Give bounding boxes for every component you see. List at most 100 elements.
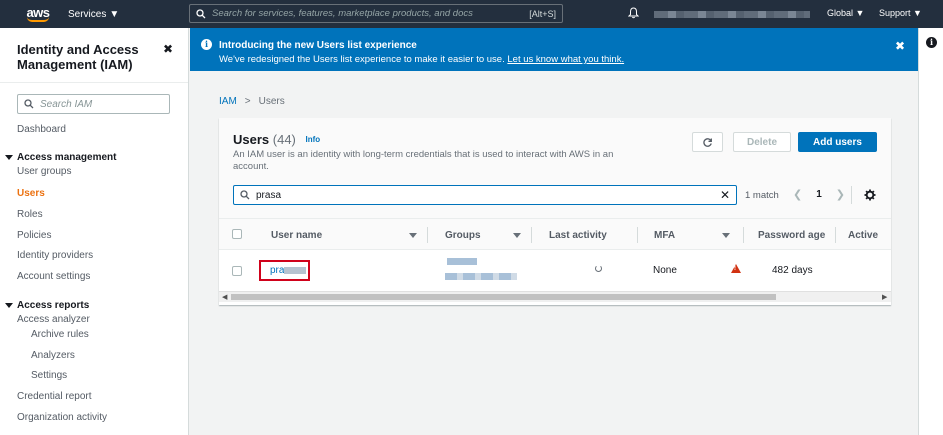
table-header: User name Groups Last activity MFA Passw…	[219, 218, 891, 250]
info-banner: i Introducing the new Users list experie…	[190, 28, 918, 71]
search-icon	[240, 190, 250, 200]
sidebar-item-credential-report[interactable]: Credential report	[17, 391, 91, 402]
mfa-cell: None	[653, 265, 677, 276]
sidebar-search-input[interactable]	[40, 98, 150, 110]
region-selector[interactable]: Global ▼	[827, 8, 864, 18]
info-icon[interactable]: i	[926, 37, 937, 48]
services-menu-button[interactable]: Services ▼	[68, 9, 119, 20]
sidebar-item-organization-activity[interactable]: Organization activity	[17, 412, 107, 423]
info-link[interactable]: Info	[306, 135, 321, 144]
aws-smile-icon	[27, 17, 49, 22]
global-search-input[interactable]	[212, 8, 530, 19]
next-page-icon[interactable]: ❯	[836, 188, 845, 201]
column-divider	[743, 227, 744, 243]
add-users-button[interactable]: Add users	[798, 132, 877, 152]
top-navigation-bar: aws Services ▼ [Alt+S] Global ▼ Support …	[0, 0, 943, 28]
caret-down-icon	[5, 303, 13, 308]
password-age-cell: 482 days	[772, 265, 813, 276]
services-label: Services	[68, 8, 107, 20]
clear-filter-icon[interactable]: ✕	[720, 188, 730, 202]
close-banner-icon[interactable]: ✖	[895, 39, 905, 53]
bell-icon[interactable]	[628, 7, 639, 19]
sidebar-item-dashboard[interactable]: Dashboard	[17, 124, 66, 135]
aws-logo[interactable]: aws	[18, 6, 58, 22]
redacted-group-link[interactable]	[447, 258, 477, 265]
column-last-activity[interactable]: Last activity	[549, 230, 607, 241]
select-all-checkbox[interactable]	[232, 229, 242, 239]
column-mfa[interactable]: MFA	[654, 230, 675, 241]
match-count: 1 match	[745, 190, 779, 201]
scroll-right-icon[interactable]: ▶	[882, 293, 887, 301]
section-label: Access management	[17, 152, 117, 163]
sidebar-title: Identity and Access Management (IAM)	[17, 42, 139, 72]
breadcrumb-separator: >	[244, 96, 251, 107]
column-divider	[427, 227, 428, 243]
sidebar-item-access-analyzer[interactable]: Access analyzer	[17, 314, 90, 325]
refresh-icon	[703, 137, 712, 147]
sort-caret-icon[interactable]	[722, 233, 730, 238]
sidebar-item-settings[interactable]: Settings	[31, 370, 67, 381]
previous-page-icon[interactable]: ❮	[793, 188, 802, 201]
sidebar-item-user-groups[interactable]: User groups	[17, 166, 71, 177]
region-label: Global	[827, 8, 854, 18]
scrollbar-thumb[interactable]	[231, 294, 776, 300]
sort-caret-icon[interactable]	[409, 233, 417, 238]
breadcrumb-users: Users	[258, 96, 285, 107]
users-description: An IAM user is an identity with long-ter…	[233, 149, 614, 172]
table-row: pra None ! 482 days	[219, 251, 891, 291]
sidebar-item-policies[interactable]: Policies	[17, 230, 51, 241]
sidebar-section-access-management[interactable]: Access management	[5, 152, 117, 163]
warning-exclamation: !	[734, 266, 736, 272]
users-panel-header: Users (44) Info An IAM user is an identi…	[219, 118, 891, 218]
close-sidebar-icon[interactable]: ✖	[163, 42, 173, 56]
pagination-divider	[851, 186, 852, 204]
caret-down-icon	[5, 155, 13, 160]
sidebar-section-access-reports[interactable]: Access reports	[5, 300, 89, 311]
global-search[interactable]: [Alt+S]	[189, 4, 563, 23]
horizontal-scrollbar[interactable]: ◀ ▶	[219, 291, 891, 302]
column-user-name[interactable]: User name	[271, 230, 322, 241]
banner-message: We've redesigned the Users list experien…	[219, 54, 505, 65]
users-table-panel: Users (44) Info An IAM user is an identi…	[219, 118, 891, 305]
user-highlight-box	[259, 260, 310, 281]
scroll-left-icon[interactable]: ◀	[222, 293, 227, 301]
users-heading: Users (44) Info	[233, 132, 320, 147]
warning-icon	[731, 264, 741, 273]
refresh-button[interactable]	[692, 132, 723, 152]
sidebar-item-archive-rules[interactable]: Archive rules	[31, 329, 89, 340]
caret-down-icon: ▼	[109, 8, 120, 20]
help-panel-toggle: i	[918, 28, 943, 435]
current-page-number[interactable]: 1	[816, 189, 822, 200]
sort-caret-icon[interactable]	[513, 233, 521, 238]
delete-button[interactable]: Delete	[733, 132, 791, 152]
column-divider	[835, 227, 836, 243]
row-select-checkbox[interactable]	[232, 266, 242, 276]
users-filter[interactable]: ✕	[233, 185, 737, 205]
caret-down-icon: ▼	[855, 8, 865, 18]
sidebar-item-users[interactable]: Users	[17, 188, 45, 199]
feedback-link[interactable]: Let us know what you think.	[507, 54, 624, 65]
column-divider	[637, 227, 638, 243]
support-menu[interactable]: Support ▼	[879, 8, 922, 18]
sidebar-search[interactable]	[17, 94, 170, 114]
search-icon	[24, 99, 34, 109]
column-password-age[interactable]: Password age	[758, 230, 825, 241]
column-active[interactable]: Active	[848, 230, 878, 241]
column-groups[interactable]: Groups	[445, 230, 481, 241]
gear-icon[interactable]	[864, 189, 876, 201]
account-menu-redacted[interactable]	[654, 11, 810, 18]
sidebar-item-roles[interactable]: Roles	[17, 209, 43, 220]
support-label: Support	[879, 8, 911, 18]
sidebar-item-identity-providers[interactable]: Identity providers	[17, 250, 93, 261]
breadcrumb-iam[interactable]: IAM	[219, 96, 237, 107]
sidebar-item-account-settings[interactable]: Account settings	[17, 271, 90, 282]
banner-text: We've redesigned the Users list experien…	[219, 54, 624, 65]
users-title: Users	[233, 132, 270, 147]
section-label: Access reports	[17, 300, 90, 311]
sidebar-item-analyzers[interactable]: Analyzers	[31, 350, 75, 361]
redacted-group-link[interactable]	[445, 273, 517, 280]
users-filter-input[interactable]	[256, 189, 720, 201]
loading-spinner-icon	[595, 265, 602, 272]
info-icon: i	[201, 39, 212, 50]
sidebar-divider	[0, 82, 188, 83]
